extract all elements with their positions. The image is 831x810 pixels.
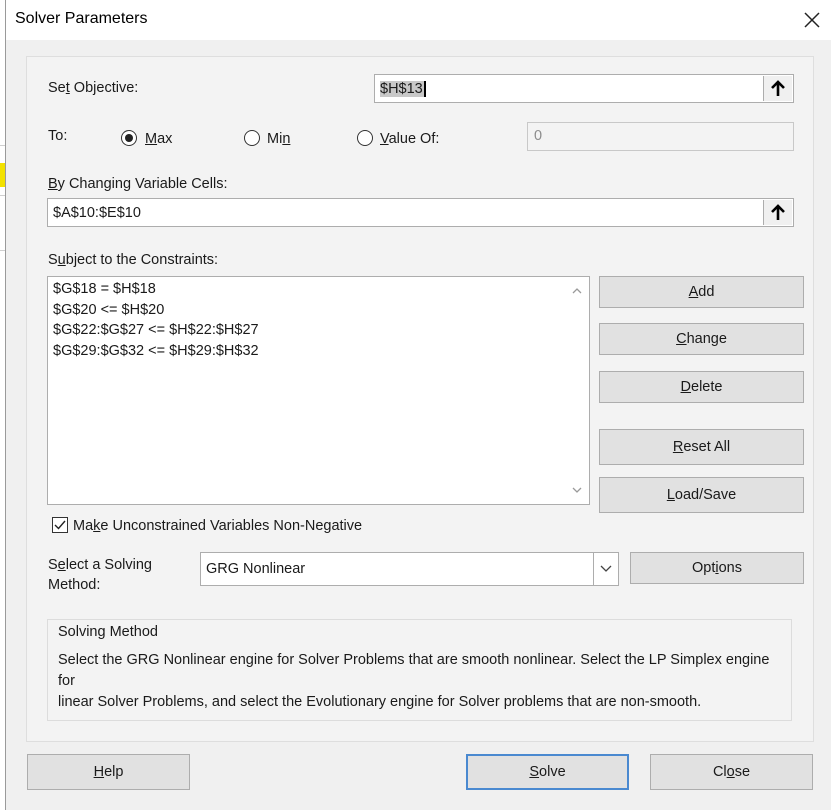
min-radio[interactable] (244, 130, 260, 146)
options-button[interactable]: Opt i ons (630, 552, 804, 584)
constraint-item[interactable]: $G$29:$G$32 <= $H$29:$H$32 (53, 343, 259, 359)
constraint-item[interactable]: $G$20 <= $H$20 (53, 302, 164, 318)
solving-method-value: GRG Nonlinear (206, 561, 306, 577)
solving-method-group-title: Solving Method (58, 624, 158, 640)
value-of-radio[interactable] (357, 130, 373, 146)
arrow-up-icon (771, 79, 785, 96)
changing-cells-label: By Changing Variable Cells: (48, 176, 228, 192)
solving-method-label-line2: Method: (48, 577, 101, 593)
arrow-up-icon (771, 203, 785, 220)
radio-selected-dot (125, 134, 133, 142)
value-of-label[interactable]: Value Of: (380, 131, 439, 147)
nonnegative-checkbox[interactable] (52, 517, 68, 533)
constraint-item[interactable]: $G$18 = $H$18 (53, 281, 156, 297)
changing-cells-value: $A$10:$E$10 (53, 204, 141, 221)
constraints-label: Subject to the Constraints: (48, 252, 219, 268)
changing-cells-input[interactable]: $A$10:$E$10 (47, 198, 794, 227)
value-of-value: 0 (534, 128, 543, 144)
solving-method-select[interactable]: GRG Nonlinear (200, 552, 619, 586)
help-button[interactable]: Help (27, 754, 190, 790)
constraint-item[interactable]: $G$22:$G$27 <= $H$22:$H$27 (53, 322, 259, 338)
max-label[interactable]: Max (145, 131, 172, 147)
checkmark-icon (54, 520, 66, 530)
objective-collapse-button[interactable] (763, 76, 792, 101)
delete-button[interactable]: Delete (599, 371, 804, 403)
solve-button[interactable]: Solve (466, 754, 629, 790)
reset-all-button[interactable]: Reset All (599, 429, 804, 465)
to-label: To: (48, 128, 68, 144)
title-bar: Solver Parameters (6, 0, 831, 40)
changing-cells-collapse-button[interactable] (763, 200, 792, 225)
set-objective-input[interactable]: $H$13 (374, 74, 794, 103)
close-icon (804, 12, 820, 28)
add-button[interactable]: Add (599, 276, 804, 308)
close-window-button[interactable] (798, 6, 826, 34)
close-button[interactable]: Cl o se (650, 754, 813, 790)
value-of-input[interactable]: 0 (527, 122, 794, 151)
set-objective-value: $H$13 (380, 80, 426, 97)
window-title: Solver Parameters (15, 10, 148, 27)
max-radio[interactable] (121, 130, 137, 146)
scroll-down-icon[interactable] (572, 485, 582, 495)
dropdown-button[interactable] (593, 553, 618, 585)
scroll-up-icon[interactable] (572, 286, 582, 296)
load-save-button[interactable]: Load/Save (599, 477, 804, 513)
change-button[interactable]: Change (599, 323, 804, 355)
solver-parameters-dialog: Solver Parameters Set Objective: $H$13 T… (5, 0, 831, 810)
nonnegative-label[interactable]: Make Unconstrained Variables Non-Negativ… (73, 518, 362, 534)
solving-method-description: Select the GRG Nonlinear engine for Solv… (58, 652, 770, 710)
min-label[interactable]: Min (267, 131, 290, 147)
set-objective-label: Set Objective: (48, 80, 139, 96)
chevron-down-icon (600, 565, 612, 572)
solving-method-label: Select a Solving (48, 557, 152, 573)
constraints-list[interactable]: $G$18 = $H$18 $G$20 <= $H$20 $G$22:$G$27… (47, 276, 590, 505)
